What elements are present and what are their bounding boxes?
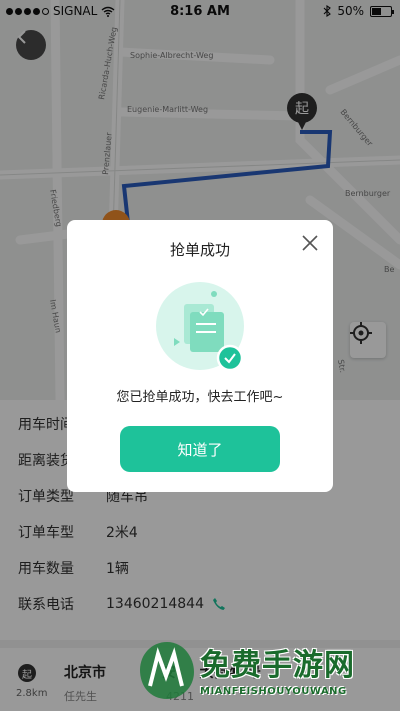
success-dialog: 抢单成功 您已抢单成功，快去工作吧~ 知道了 [67, 220, 333, 492]
watermark-logo-icon [140, 642, 194, 699]
dialog-title: 抢单成功 [169, 241, 230, 259]
dialog-message: 您已抢单成功，快去工作吧~ [116, 390, 284, 405]
order-success-illustration [156, 282, 244, 372]
close-icon[interactable] [301, 234, 319, 252]
watermark-subtext: MIANFEISHOUYOUWANG [200, 686, 347, 697]
site-watermark: 免费手游网 MIANFEISHOUYOUWANG [130, 634, 400, 711]
got-it-button[interactable]: 知道了 [120, 426, 280, 472]
watermark-text: 免费手游网 [200, 648, 355, 683]
